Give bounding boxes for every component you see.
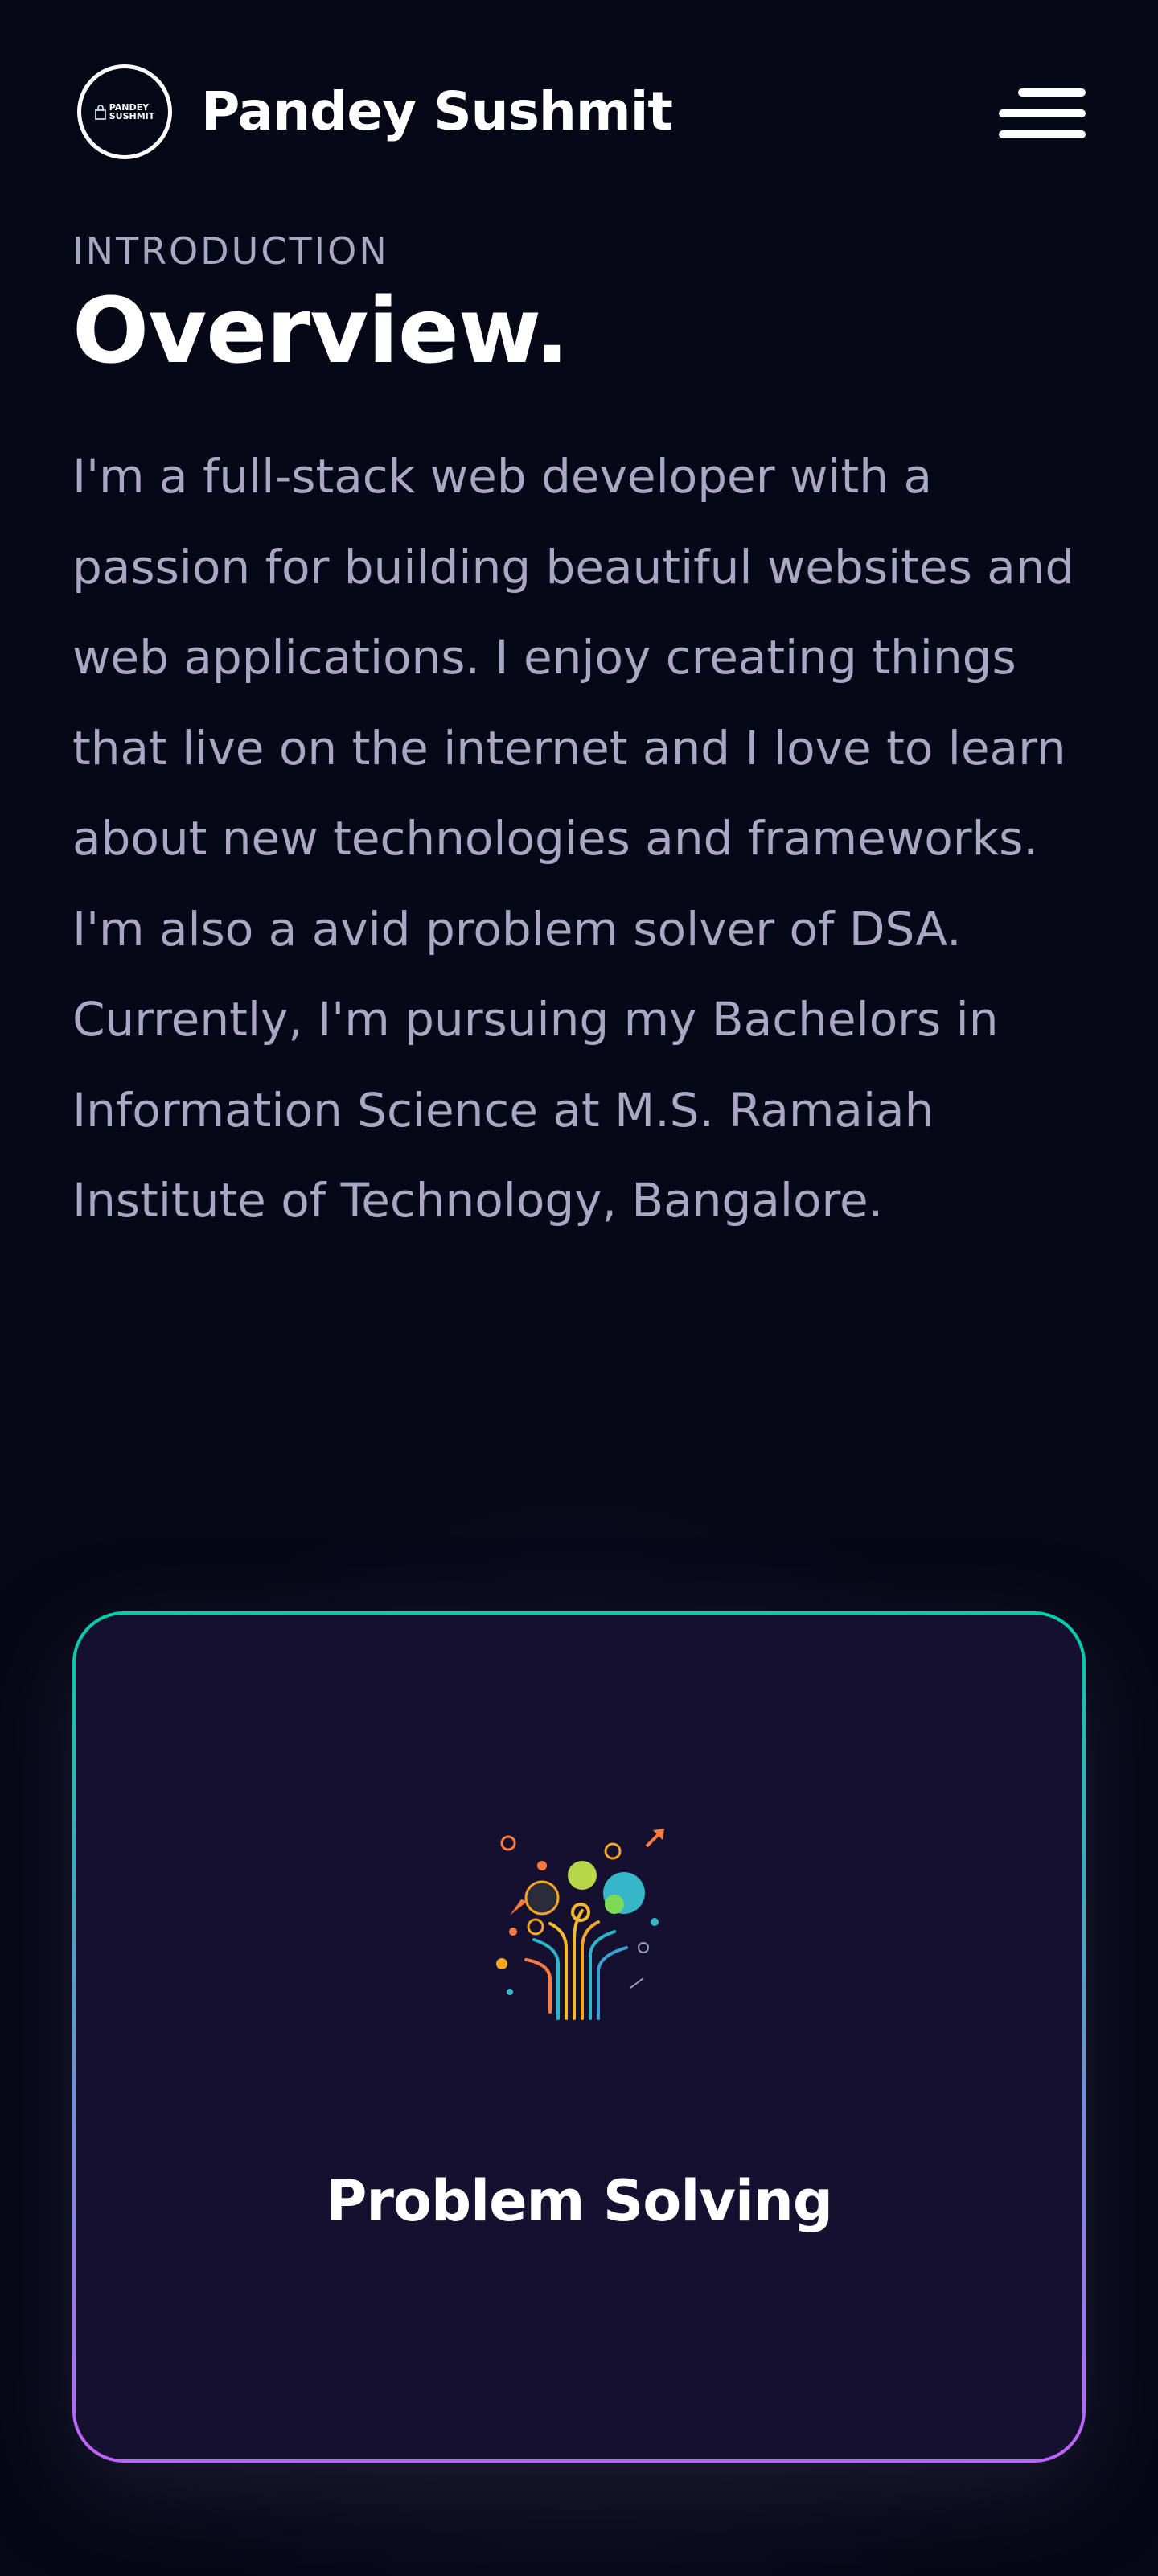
problem-solving-tree-icon <box>496 1829 664 2020</box>
logo-text-line2: SUSHMIT <box>109 111 155 121</box>
service-card-title: Problem Solving <box>326 2168 833 2234</box>
section-heading: Overview. <box>72 279 569 384</box>
brand-name: Pandey Sushmit <box>201 80 673 142</box>
menu-bar-bottom <box>999 130 1086 138</box>
menu-bar-middle <box>999 109 1086 117</box>
home-logo-link[interactable]: PANDEY SUSHMIT Pandey Sushmit <box>77 64 673 159</box>
overview-paragraph: I'm a full-stack web developer with a pa… <box>72 449 1075 1228</box>
section-subtitle: INTRODUCTION <box>72 229 389 273</box>
logo-icon: PANDEY SUSHMIT <box>77 64 172 159</box>
about-section: INTRODUCTION Overview. I'm a full-stack … <box>72 225 1086 1246</box>
service-card-inner: Problem Solving <box>76 1615 1082 2459</box>
menu-bar-top <box>1018 88 1086 97</box>
service-card[interactable]: Problem Solving <box>72 1611 1086 2463</box>
logo-text: PANDEY SUSHMIT <box>109 103 155 121</box>
navbar: PANDEY SUSHMIT Pandey Sushmit <box>0 0 1158 228</box>
logo-mark-icon <box>94 105 106 120</box>
hamburger-menu-icon[interactable] <box>999 85 1086 142</box>
